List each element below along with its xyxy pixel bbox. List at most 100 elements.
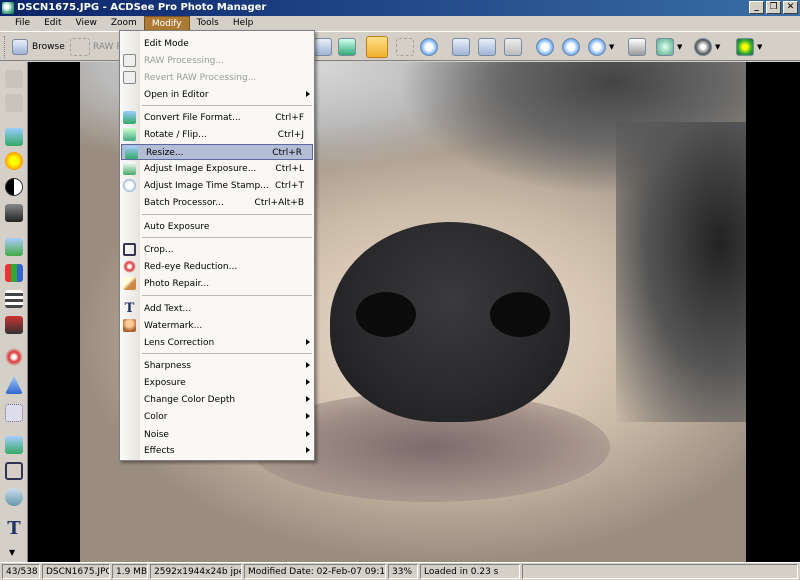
menu-edit[interactable]: Edit	[37, 16, 68, 31]
sharpen-icon[interactable]	[5, 376, 23, 394]
menu-item-label: Add Text...	[144, 304, 192, 314]
zoom-in-icon[interactable]	[536, 38, 554, 56]
menu-item-label: Lens Correction	[144, 338, 215, 348]
next-image-icon[interactable]	[338, 38, 356, 56]
flip-icon[interactable]	[504, 38, 522, 56]
curves-icon[interactable]	[5, 290, 23, 308]
menu-item-label: Resize...	[146, 148, 184, 158]
toolbar-grip[interactable]	[4, 36, 7, 58]
menu-item-edit-mode[interactable]: Edit Mode	[120, 36, 314, 52]
menu-item-adjust-image-time-stamp[interactable]: Adjust Image Time Stamp... Ctrl+T	[120, 178, 314, 194]
submenu-arrow-icon	[306, 396, 310, 402]
menu-item-label: RAW Processing...	[144, 56, 224, 66]
rotate-tool-icon[interactable]	[5, 488, 23, 506]
menu-zoom[interactable]: Zoom	[104, 16, 144, 31]
select-tool-icon[interactable]	[396, 38, 414, 56]
menu-item-open-in-editor[interactable]: Open in Editor	[120, 87, 314, 103]
menu-item-red-eye-reduction[interactable]: Red-eye Reduction...	[120, 259, 314, 275]
minimize-button[interactable]: _	[749, 1, 764, 14]
browse-label: Browse	[32, 42, 65, 52]
status-filesize: 1.9 MB	[112, 564, 148, 579]
status-dimensions: 2592x1944x24b jpeg	[150, 564, 242, 579]
red-eye-tool-icon[interactable]	[5, 348, 23, 366]
menu-item-label: Revert RAW Processing...	[144, 73, 257, 83]
menu-item-label: Color	[144, 412, 168, 422]
rotate-left-icon[interactable]	[452, 38, 470, 56]
status-modified: Modified Date: 02-Feb-07 09:18:02	[244, 564, 386, 579]
share-icon[interactable]	[656, 38, 674, 56]
brightness-icon[interactable]	[5, 152, 23, 170]
modify-menu-dropdown: Edit Mode RAW Processing... Revert RAW Pro…	[119, 30, 315, 461]
menu-item-crop[interactable]: Crop...	[120, 242, 314, 258]
menu-item-shortcut: Ctrl+F	[275, 113, 304, 123]
crop-tool-icon[interactable]	[5, 462, 23, 480]
scroll-down-icon[interactable]: ▼	[9, 548, 15, 557]
status-position: 43/538	[2, 564, 40, 579]
menu-item-convert-file-format[interactable]: Convert File Format... Ctrl+F	[120, 110, 314, 126]
menu-item-effects[interactable]: Effects	[120, 443, 314, 459]
status-loaded: Loaded in 0.23 s	[420, 564, 520, 579]
menu-view[interactable]: View	[69, 16, 104, 31]
print-icon[interactable]	[628, 38, 646, 56]
raw-button[interactable]: RAW P	[70, 36, 122, 58]
menu-item-auto-exposure[interactable]: Auto Exposure	[120, 219, 314, 235]
raw-label: RAW P	[93, 42, 122, 52]
menu-help[interactable]: Help	[226, 16, 261, 31]
landscape-icon[interactable]	[5, 238, 23, 256]
browse-button[interactable]: Browse	[12, 36, 65, 58]
menu-tools[interactable]: Tools	[190, 16, 226, 31]
menu-item-label: Effects	[144, 446, 175, 456]
auto-fix-icon[interactable]	[5, 128, 23, 146]
raw-icon	[123, 54, 136, 67]
hand-tool-icon[interactable]	[366, 36, 388, 58]
menu-item-photo-repair[interactable]: Photo Repair...	[120, 276, 314, 292]
menu-item-noise[interactable]: Noise	[120, 427, 314, 443]
zoom-tool-icon[interactable]	[420, 38, 438, 56]
menu-item-change-color-depth[interactable]: Change Color Depth	[120, 392, 314, 408]
portrait-icon[interactable]	[5, 204, 23, 222]
menu-item-color[interactable]: Color	[120, 409, 314, 425]
menu-item-sharpness[interactable]: Sharpness	[120, 358, 314, 374]
restore-button[interactable]: ❐	[766, 1, 781, 14]
redo-icon[interactable]	[5, 94, 23, 112]
submenu-arrow-icon	[306, 447, 310, 453]
rotate-right-icon[interactable]	[478, 38, 496, 56]
menu-file[interactable]: File	[8, 16, 37, 31]
zoom-menu-icon[interactable]	[588, 38, 606, 56]
menu-item-label: Edit Mode	[144, 39, 189, 49]
menu-separator	[142, 105, 312, 106]
levels-icon[interactable]	[5, 264, 23, 282]
menu-item-watermark[interactable]: Watermark...	[120, 318, 314, 334]
menu-separator	[142, 214, 312, 215]
text-tool-icon[interactable]: T	[5, 520, 23, 538]
color-balance-icon[interactable]	[5, 316, 23, 334]
menu-separator	[142, 295, 312, 296]
menu-item-rotate-flip[interactable]: Rotate / Flip... Ctrl+J	[120, 127, 314, 143]
raw-icon	[123, 71, 136, 84]
zoom-out-icon[interactable]	[562, 38, 580, 56]
menu-item-adjust-image-exposure[interactable]: Adjust Image Exposure... Ctrl+L	[120, 161, 314, 177]
undo-icon[interactable]	[5, 70, 23, 88]
status-bar: 43/538 DSCN1675.JPG 1.9 MB 2592x1944x24b…	[0, 562, 800, 580]
prev-image-icon[interactable]	[314, 38, 332, 56]
menu-separator	[142, 353, 312, 354]
menu-item-add-text[interactable]: T Add Text...	[120, 301, 314, 317]
menu-item-exposure[interactable]: Exposure	[120, 375, 314, 391]
menu-item-batch-processor[interactable]: Batch Processor... Ctrl+Alt+B	[120, 195, 314, 211]
disc-icon[interactable]	[694, 38, 712, 56]
plugin-icon[interactable]	[736, 38, 754, 56]
menu-modify[interactable]: Modify	[143, 16, 190, 31]
close-button[interactable]: ✕	[783, 1, 798, 14]
submenu-arrow-icon	[306, 431, 310, 437]
menu-item-resize[interactable]: Resize... Ctrl+R	[121, 144, 313, 160]
menu-item-label: Auto Exposure	[144, 222, 210, 232]
noise-icon[interactable]	[5, 404, 23, 422]
menu-item-lens-correction[interactable]: Lens Correction	[120, 335, 314, 351]
submenu-arrow-icon	[306, 339, 310, 345]
app-icon	[2, 2, 14, 14]
window-title: DSCN1675.JPG - ACDSee Pro Photo Manager	[17, 2, 267, 13]
edit-tools-sidebar: T ▼	[0, 62, 28, 562]
contrast-icon[interactable]	[5, 178, 23, 196]
menu-item-label: Convert File Format...	[144, 113, 241, 123]
effects-icon[interactable]	[5, 436, 23, 454]
